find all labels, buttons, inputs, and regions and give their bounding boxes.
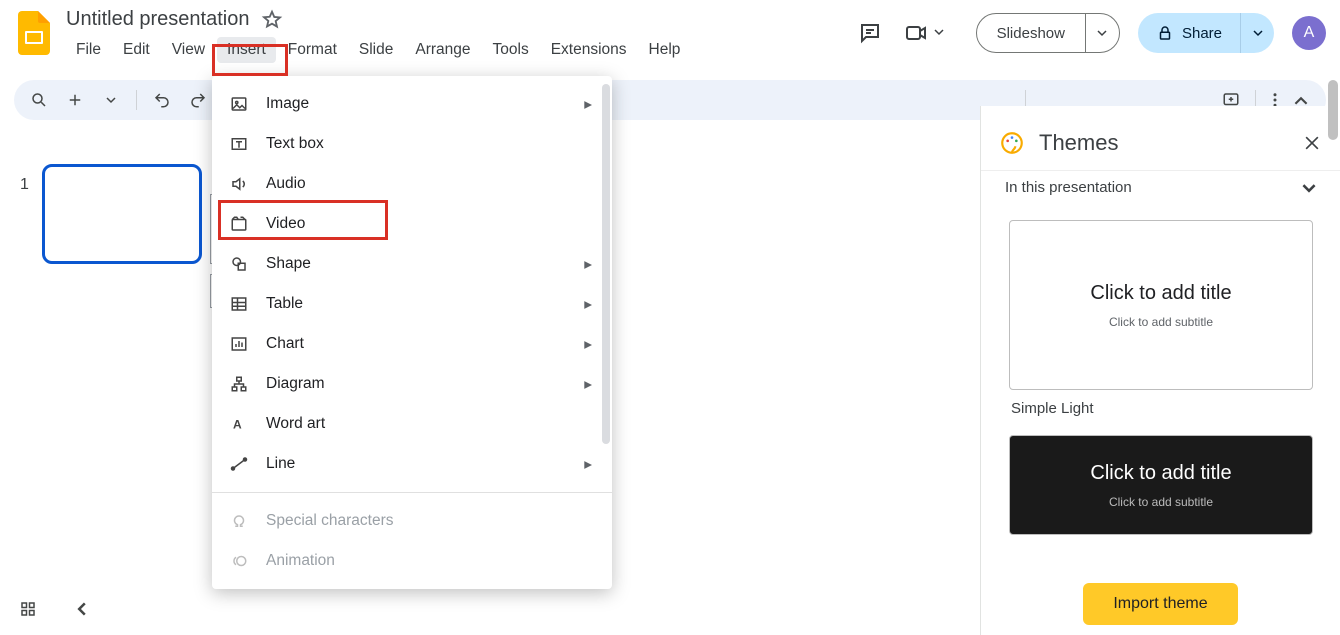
- menu-insert[interactable]: Insert: [217, 37, 276, 63]
- animation-icon: [228, 552, 250, 570]
- line-icon: [228, 455, 250, 473]
- insert-diagram[interactable]: Diagram ▸: [212, 364, 612, 404]
- star-icon[interactable]: [261, 9, 283, 31]
- theme-card-simple-light[interactable]: Click to add title Click to add subtitle: [1009, 220, 1313, 390]
- theme-name-label: Simple Light: [1011, 400, 1312, 417]
- menu-view[interactable]: View: [162, 37, 215, 63]
- image-icon: [228, 95, 250, 113]
- close-icon[interactable]: [1302, 133, 1322, 153]
- insert-special-characters: Special characters: [212, 501, 612, 541]
- share-label: Share: [1182, 25, 1222, 42]
- slide-number: 1: [20, 176, 29, 194]
- menu-tools[interactable]: Tools: [483, 37, 539, 63]
- insert-shape[interactable]: Shape ▸: [212, 244, 612, 284]
- svg-text:A: A: [233, 418, 242, 432]
- omega-icon: [228, 512, 250, 530]
- menu-format[interactable]: Format: [278, 37, 347, 63]
- menubar: File Edit View Insert Format Slide Arran…: [66, 37, 856, 63]
- insert-table[interactable]: Table ▸: [212, 284, 612, 324]
- menu-file[interactable]: File: [66, 37, 111, 63]
- theme-card-simple-dark[interactable]: Click to add title Click to add subtitle: [1009, 435, 1313, 535]
- slideshow-button[interactable]: Slideshow: [976, 13, 1120, 53]
- share-dropdown[interactable]: [1240, 13, 1274, 53]
- themes-title: Themes: [1039, 130, 1288, 156]
- menu-help[interactable]: Help: [639, 37, 691, 63]
- menu-arrange[interactable]: Arrange: [405, 37, 480, 63]
- slides-logo[interactable]: [14, 8, 54, 58]
- present-camera-icon[interactable]: [902, 19, 930, 47]
- textbox-icon: [228, 135, 250, 153]
- comments-icon[interactable]: [856, 19, 884, 47]
- wordart-icon: A: [228, 415, 250, 433]
- menu-slide[interactable]: Slide: [349, 37, 403, 63]
- slideshow-dropdown[interactable]: [1085, 14, 1119, 52]
- account-avatar[interactable]: A: [1292, 16, 1326, 50]
- new-slide-button[interactable]: [60, 85, 90, 115]
- chart-icon: [228, 335, 250, 353]
- video-icon: [228, 215, 250, 233]
- insert-line[interactable]: Line ▸: [212, 444, 612, 484]
- diagram-icon: [228, 375, 250, 393]
- share-button[interactable]: Share: [1138, 13, 1274, 53]
- shape-icon: [228, 255, 250, 273]
- filmstrip: 1: [0, 126, 210, 635]
- lock-icon: [1156, 24, 1174, 42]
- import-theme-button[interactable]: Import theme: [1083, 583, 1237, 625]
- palette-icon: [999, 130, 1025, 156]
- insert-wordart[interactable]: A Word art: [212, 404, 612, 444]
- chevron-left-icon[interactable]: [68, 595, 96, 623]
- themes-section-label: In this presentation: [1005, 179, 1132, 196]
- insert-textbox[interactable]: Text box: [212, 124, 612, 164]
- chevron-down-icon[interactable]: [1302, 181, 1316, 195]
- redo-button[interactable]: [183, 85, 213, 115]
- themes-panel: Themes In this presentation Click to add…: [980, 106, 1340, 635]
- slideshow-label[interactable]: Slideshow: [977, 14, 1085, 52]
- audio-icon: [228, 175, 250, 193]
- document-title[interactable]: Untitled presentation: [66, 8, 249, 31]
- grid-view-icon[interactable]: [14, 595, 42, 623]
- table-icon: [228, 295, 250, 313]
- undo-button[interactable]: [147, 85, 177, 115]
- search-icon[interactable]: [24, 85, 54, 115]
- new-slide-dropdown[interactable]: [96, 85, 126, 115]
- slide-thumbnail-1[interactable]: [42, 164, 202, 264]
- insert-chart[interactable]: Chart ▸: [212, 324, 612, 364]
- insert-dropdown: Image ▸ Text box Audio Video Shape ▸ Tab…: [212, 76, 612, 589]
- insert-image[interactable]: Image ▸: [212, 84, 612, 124]
- insert-audio[interactable]: Audio: [212, 164, 612, 204]
- insert-video[interactable]: Video: [212, 204, 612, 244]
- submenu-indicator-icon: ▸: [584, 95, 592, 114]
- menu-edit[interactable]: Edit: [113, 37, 160, 63]
- page-scrollbar[interactable]: [1328, 80, 1338, 140]
- menu-extensions[interactable]: Extensions: [541, 37, 637, 63]
- insert-animation: Animation: [212, 541, 612, 581]
